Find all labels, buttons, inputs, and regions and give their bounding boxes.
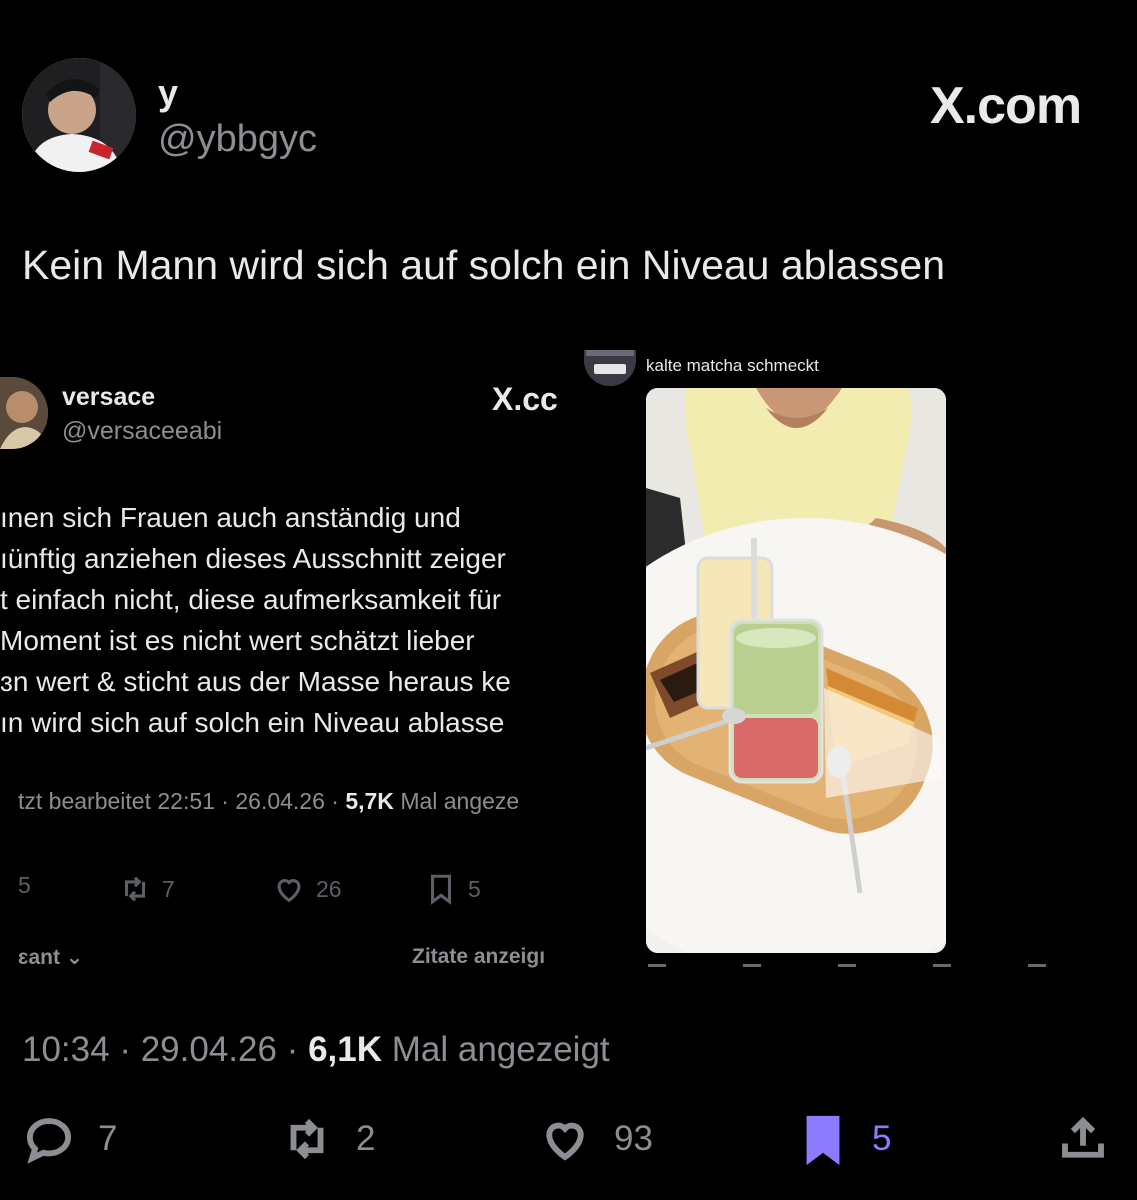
like-icon: [546, 1122, 584, 1161]
repost-icon: [124, 876, 146, 902]
story-avatar: [584, 350, 636, 386]
repost-count: 2: [356, 1119, 376, 1158]
embedded-like-stat: 26: [272, 872, 342, 906]
view-count: 6,1K: [308, 1030, 382, 1069]
embedded-view-count: 5,7K: [345, 788, 394, 814]
embedded-quotes-link: Zitate anzeigı: [412, 945, 546, 968]
embedded-repost-stat: 7: [118, 872, 175, 906]
views-label: Mal angezeigt: [391, 1030, 610, 1069]
embedded-views-label: Mal angeze: [400, 788, 520, 814]
bookmark-icon: [806, 1115, 840, 1166]
repost-button[interactable]: 2: [280, 1112, 375, 1166]
embedded-text-line: Moment ist es nicht wert schätzt lieber: [0, 625, 475, 656]
user-handle[interactable]: @ybbgyc: [158, 118, 317, 161]
matcha-photo: [646, 388, 946, 953]
repost-icon: [290, 1118, 324, 1160]
embedded-avatar: [0, 377, 48, 449]
tweet-meta: 10:34 · 29.04.26 · 6,1K Mal angezeigt: [22, 1030, 610, 1069]
embedded-repost-count: 7: [162, 875, 175, 902]
share-icon: [1062, 1116, 1104, 1158]
tweet-text: Kein Mann wird sich auf solch ein Niveau…: [22, 242, 946, 288]
embedded-sort-label: ɛant ⌄: [18, 946, 84, 969]
embedded-brand-watermark: X.cc: [492, 381, 558, 417]
tweet-date: 29.04.26: [140, 1030, 277, 1069]
display-name[interactable]: y: [158, 72, 178, 114]
embedded-bookmark-count: 5: [468, 875, 481, 902]
tweet-time: 10:34: [22, 1030, 110, 1069]
story-action-bar: [648, 964, 1046, 967]
story-caption: kalte matcha schmeckt: [646, 356, 819, 375]
like-button[interactable]: 93: [538, 1112, 653, 1166]
brand-watermark: X.com: [930, 77, 1082, 135]
embedded-text-line: ın wird sich auf solch ein Niveau ablass…: [0, 707, 505, 738]
embedded-reply-stat: 5: [18, 872, 31, 899]
story-photo[interactable]: [646, 388, 946, 953]
reply-button[interactable]: 7: [22, 1112, 117, 1166]
avatar-photo: [22, 58, 136, 172]
embedded-tweet-image[interactable]: versace @versaceeabi X.cc ınen sich Frau…: [0, 345, 565, 975]
embedded-display-name: versace: [62, 383, 156, 411]
embedded-tweet-text: ınen sich Frauen auch anständig und ıünf…: [0, 497, 564, 743]
embedded-like-count: 26: [316, 875, 342, 902]
embedded-text-line: ınen sich Frauen auch anständig und: [0, 502, 461, 533]
embedded-edited-timestamp: tzt bearbeitet 22:51 · 26.04.26 ·: [18, 788, 346, 814]
like-count: 93: [614, 1119, 653, 1158]
embedded-user-handle: @versaceeabi: [62, 417, 223, 445]
embedded-reply-count: 5: [18, 872, 31, 898]
embedded-tweet-meta: tzt bearbeitet 22:51 · 26.04.26 · 5,7K M…: [18, 788, 519, 815]
reply-icon: [26, 1118, 72, 1164]
embedded-text-line: t einfach nicht, diese aufmerksamkeit fü…: [0, 584, 502, 615]
bookmark-count: 5: [872, 1119, 892, 1158]
embedded-bookmark-stat: 5: [424, 872, 481, 906]
bookmark-button[interactable]: 5: [796, 1112, 891, 1166]
embedded-text-line: ɜn wert & sticht aus der Masse heraus ke: [0, 666, 511, 697]
share-button[interactable]: [1056, 1112, 1110, 1166]
avatar[interactable]: [22, 58, 136, 172]
reply-count: 7: [98, 1119, 118, 1158]
bookmark-icon: [430, 874, 452, 905]
embedded-text-line: ıünftig anziehen dieses Ausschnitt zeige…: [0, 543, 506, 574]
like-icon: [277, 879, 301, 903]
